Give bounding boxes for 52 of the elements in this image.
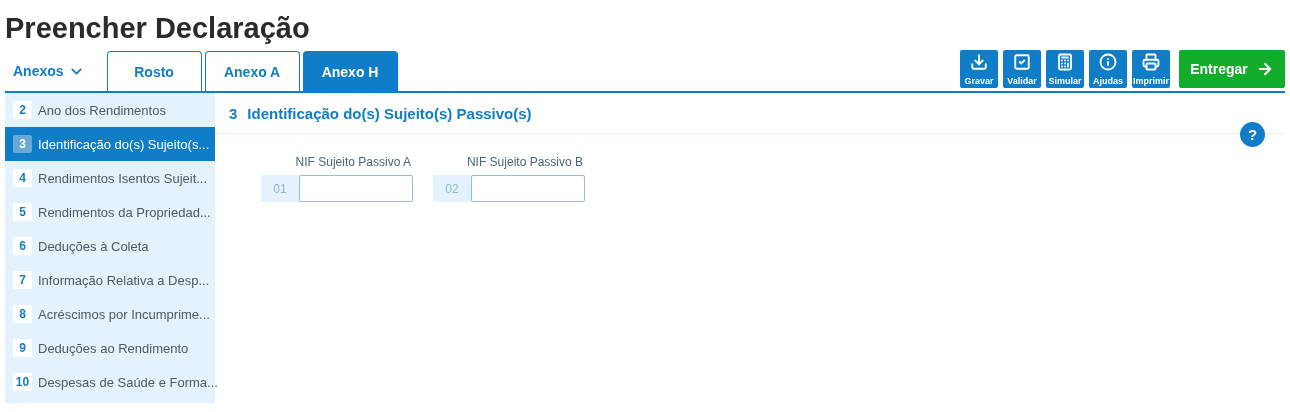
field-label: NIF Sujeito Passivo B: [466, 155, 583, 169]
toolbar-button[interactable]: Ajudas: [1089, 50, 1127, 88]
section-number: 4: [13, 169, 32, 187]
checkbox-icon: [1013, 53, 1031, 71]
sidebar-item[interactable]: 9 Deduções ao Rendimento: [5, 331, 215, 365]
section-label: Identificação do(s) Sujeito(s...: [38, 136, 210, 152]
toolbar-button[interactable]: Validar: [1003, 50, 1041, 88]
section-label: Rendimentos Isentos Sujeit...: [38, 170, 208, 186]
section-label: Deduções à Coleta: [38, 238, 149, 254]
info-icon: [1099, 53, 1117, 71]
sidebar-item[interactable]: 6 Deduções à Coleta: [5, 229, 215, 263]
section-number: 6: [13, 237, 32, 255]
sidebar-item[interactable]: 10 Despesas de Saúde e Forma...: [5, 365, 215, 399]
section-label: Despesas de Saúde e Forma...: [38, 374, 218, 390]
field-code: 01: [272, 181, 288, 196]
section-number: 5: [13, 203, 32, 221]
section-number: 3: [13, 135, 32, 153]
tab[interactable]: Anexo A: [204, 51, 300, 91]
section-number: 7: [13, 271, 32, 289]
help-button[interactable]: ?: [1240, 122, 1265, 147]
section-label: Informação Relativa a Desp...: [38, 272, 210, 288]
download-icon: [970, 53, 988, 71]
annexes-dropdown[interactable]: Anexos: [5, 51, 93, 91]
field-code: 02: [444, 181, 460, 196]
sidebar-item[interactable]: 7 Informação Relativa a Desp...: [5, 263, 215, 297]
field-label: NIF Sujeito Passivo A: [295, 155, 411, 169]
calculator-icon: [1056, 53, 1074, 71]
sidebar-item[interactable]: 4 Rendimentos Isentos Sujeit...: [5, 161, 215, 195]
section-number: 10: [13, 373, 32, 391]
section-label: Deduções ao Rendimento: [38, 340, 189, 356]
section-label: Ano dos Rendimentos: [38, 102, 166, 118]
input-field[interactable]: [299, 175, 413, 202]
toolbar-button[interactable]: Imprimir: [1132, 50, 1170, 88]
tab[interactable]: Rosto: [106, 51, 202, 91]
sidebar-item[interactable]: 8 Acréscimos por Incumprime...: [5, 297, 215, 331]
section-number: 8: [13, 305, 32, 323]
printer-icon: [1142, 53, 1160, 71]
section-title: Identificação do(s) Sujeito(s) Passivo(s): [247, 104, 532, 122]
section-label: Acréscimos por Incumprime...: [38, 306, 210, 322]
tab[interactable]: Anexo H: [302, 51, 398, 91]
toolbar-button[interactable]: Gravar: [960, 50, 998, 88]
toolbar-button[interactable]: Simular: [1046, 50, 1084, 88]
section-number: 2: [13, 101, 32, 119]
submit-button[interactable]: Entregar: [1179, 50, 1285, 88]
sidebar-item[interactable]: 5 Rendimentos da Propriedad...: [5, 195, 215, 229]
input-field[interactable]: [471, 175, 585, 202]
section-number: 3: [229, 104, 238, 122]
section-label: Rendimentos da Propriedad...: [38, 204, 211, 220]
page-title: Preencher Declaração: [5, 11, 311, 46]
section-number: 9: [13, 339, 32, 357]
sidebar-item[interactable]: 3 Identificação do(s) Sujeito(s...: [5, 127, 215, 161]
sidebar-item[interactable]: 2 Ano dos Rendimentos: [5, 93, 215, 127]
